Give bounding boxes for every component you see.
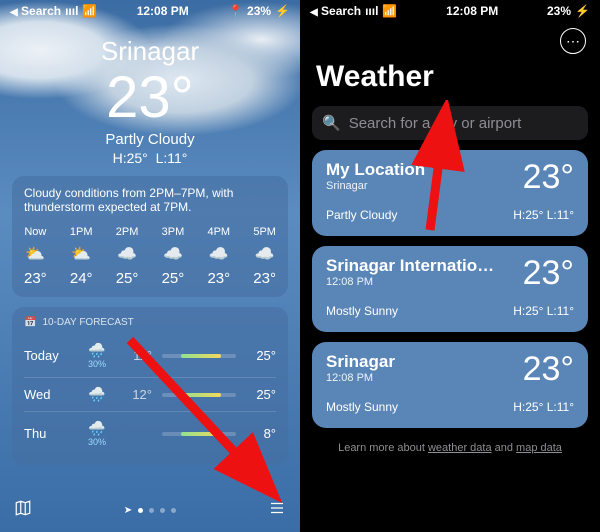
- learn-more-text: Learn more about weather data and map da…: [300, 442, 600, 454]
- weather-data-link[interactable]: weather data: [428, 442, 492, 454]
- signal-icon: ıııl: [65, 4, 78, 18]
- status-bar: ◀ Search ıııl 📶 12:08 PM 📍 23% ⚡: [0, 0, 300, 22]
- annotation-arrow-to-list: [110, 330, 290, 510]
- city-header: Srinagar 23° Partly Cloudy H:25° L:11°: [0, 0, 300, 166]
- search-icon: 🔍: [322, 114, 341, 132]
- high-low: H:25° L:11°: [0, 150, 300, 166]
- charging-icon: ⚡: [575, 4, 590, 18]
- current-temp: 23°: [0, 69, 300, 127]
- phone-screen-weather-list: ◀ Search ıııl 📶 12:08 PM 23% ⚡ ⋯ Weather…: [300, 0, 600, 532]
- hour-item: Now⛅23°: [24, 226, 47, 287]
- current-condition: Partly Cloudy: [0, 131, 300, 148]
- map-button[interactable]: [14, 499, 32, 522]
- hour-item: 5PM☁️23°: [253, 226, 276, 287]
- city-card[interactable]: Srinagar Internatio…12:08 PM23°Mostly Su…: [312, 246, 588, 332]
- annotation-arrow-to-search: [390, 100, 490, 240]
- calendar-icon: 📅: [24, 317, 36, 328]
- city-card[interactable]: Srinagar12:08 PM23°Mostly SunnyH:25° L:1…: [312, 342, 588, 428]
- more-button[interactable]: ⋯: [560, 28, 586, 54]
- ten-day-title: 📅 10-DAY FORECAST: [24, 317, 276, 328]
- wifi-icon: 📶: [82, 4, 97, 18]
- phone-screen-weather-detail: ◀ Search ıııl 📶 12:08 PM 📍 23% ⚡ Srinaga…: [0, 0, 300, 532]
- back-search[interactable]: ◀ Search: [310, 4, 361, 18]
- battery-pct: 23%: [247, 4, 271, 18]
- status-bar: ◀ Search ıııl 📶 12:08 PM 23% ⚡: [300, 0, 600, 22]
- signal-icon: ıııl: [365, 4, 378, 18]
- location-icon: 📍: [228, 4, 243, 18]
- wifi-icon: 📶: [382, 4, 397, 18]
- hour-item: 4PM☁️23°: [207, 226, 230, 287]
- hour-item: 2PM☁️25°: [116, 226, 139, 287]
- battery-pct: 23%: [547, 4, 571, 18]
- status-time: 12:08 PM: [446, 4, 498, 18]
- city-name: Srinagar: [0, 36, 300, 67]
- status-time: 12:08 PM: [137, 4, 189, 18]
- hourly-row[interactable]: Now⛅23° 1PM⛅24° 2PM☁️25° 3PM☁️25° 4PM☁️23° 5P…: [24, 226, 276, 287]
- back-search[interactable]: ◀ Search: [10, 4, 61, 18]
- hour-item: 3PM☁️25°: [162, 226, 185, 287]
- charging-icon: ⚡: [275, 4, 290, 18]
- map-data-link[interactable]: map data: [516, 442, 562, 454]
- hour-item: 1PM⛅24°: [70, 226, 93, 287]
